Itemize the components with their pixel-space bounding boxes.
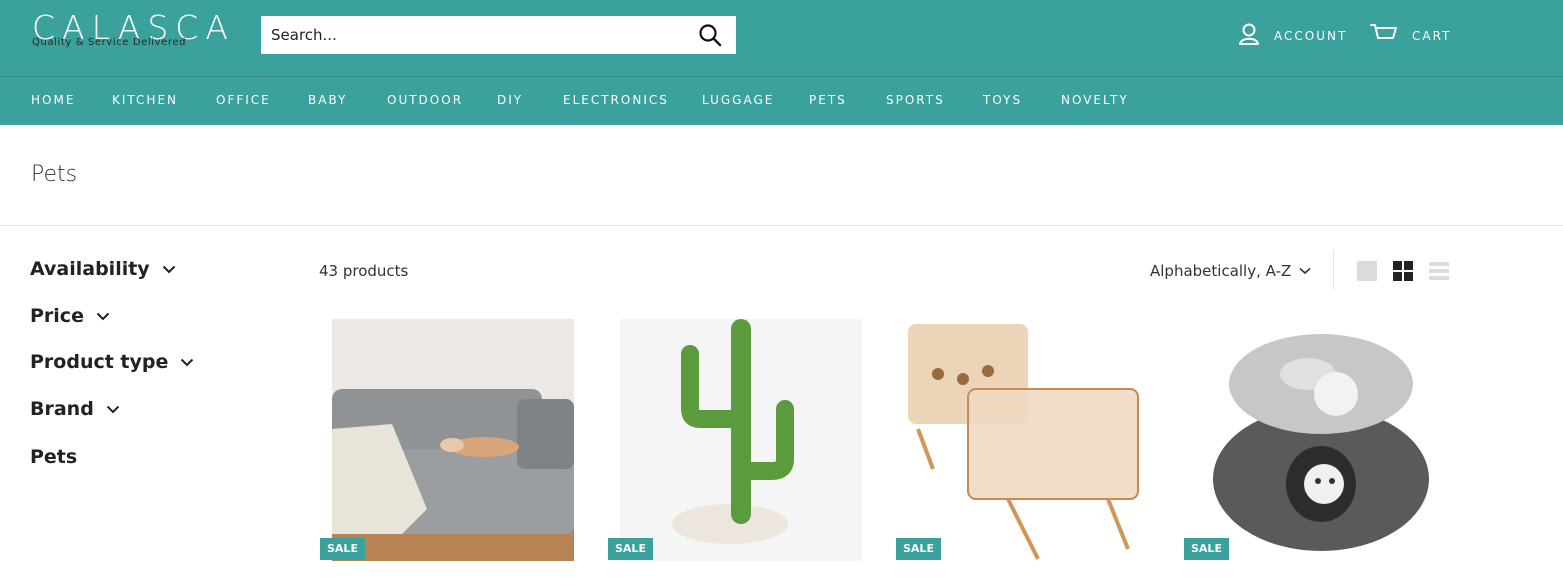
filter-availability[interactable]: Availability (30, 258, 176, 280)
filter-label: Product type (30, 351, 169, 373)
nav-outdoor[interactable]: OUTDOOR (387, 93, 463, 107)
product-card[interactable]: SALE (1184, 319, 1438, 561)
chevron-down-icon (106, 405, 120, 413)
cart-label: CART (1412, 29, 1452, 43)
cart-link[interactable]: CART (1370, 22, 1451, 50)
main-nav: HOME KITCHEN OFFICE BABY OUTDOOR DIY ELE… (0, 77, 1563, 125)
cart-icon (1370, 22, 1398, 50)
nav-pets[interactable]: PETS (809, 93, 847, 107)
page-title: Pets (31, 162, 78, 187)
sale-badge: SALE (608, 538, 653, 560)
user-icon (1238, 22, 1260, 50)
filter-label: Price (30, 305, 84, 327)
list-view-icon[interactable] (1429, 261, 1449, 281)
toolbar-divider (1333, 250, 1334, 290)
product-image-pet-bowls (908, 319, 1150, 561)
nav-novelty[interactable]: NOVELTY (1061, 93, 1129, 107)
chevron-down-icon (96, 312, 110, 320)
chevron-down-icon (162, 265, 175, 273)
product-card[interactable]: SALE (896, 319, 1150, 561)
account-link[interactable]: ACCOUNT (1238, 22, 1347, 50)
nav-luggage[interactable]: LUGGAGE (702, 93, 774, 107)
search-input[interactable] (261, 16, 691, 54)
site-header: CALASCA Quality & Service Delivered ACCO… (0, 0, 1563, 125)
nav-sports[interactable]: SPORTS (886, 93, 945, 107)
sale-badge: SALE (1184, 538, 1229, 560)
product-card[interactable]: SALE (320, 319, 574, 561)
nav-baby[interactable]: BABY (308, 93, 347, 107)
search-icon[interactable] (698, 23, 722, 47)
filter-pets[interactable]: Pets (30, 446, 77, 468)
nav-kitchen[interactable]: KITCHEN (112, 93, 178, 107)
product-image-sofa (332, 319, 574, 561)
product-image-cactus-scratcher (620, 319, 862, 561)
filter-label: Brand (30, 398, 94, 420)
filter-label: Availability (30, 258, 150, 280)
small-grid-view-icon[interactable] (1393, 261, 1413, 281)
account-label: ACCOUNT (1274, 29, 1348, 43)
product-image-cat-tunnel (1196, 319, 1438, 561)
chevron-down-icon (1299, 267, 1311, 275)
filter-label: Pets (30, 446, 78, 468)
sort-select[interactable]: Alphabetically, A-Z (1150, 262, 1311, 280)
search-box (261, 16, 736, 54)
filter-price[interactable]: Price (30, 305, 110, 327)
nav-electronics[interactable]: ELECTRONICS (563, 93, 669, 107)
nav-home[interactable]: HOME (31, 93, 75, 107)
product-count: 43 products (319, 262, 409, 280)
large-grid-view-icon[interactable] (1357, 261, 1377, 281)
sort-label: Alphabetically, A-Z (1150, 262, 1292, 280)
product-card[interactable]: SALE (608, 319, 862, 561)
filter-product-type[interactable]: Product type (30, 351, 194, 373)
sale-badge: SALE (320, 538, 365, 560)
nav-office[interactable]: OFFICE (216, 93, 271, 107)
nav-diy[interactable]: DIY (497, 93, 523, 107)
logo-tagline: Quality & Service Delivered (32, 37, 187, 48)
title-divider (0, 225, 1563, 226)
filter-brand[interactable]: Brand (30, 398, 120, 420)
chevron-down-icon (181, 358, 194, 366)
sale-badge: SALE (896, 538, 941, 560)
nav-toys[interactable]: TOYS (983, 93, 1022, 107)
